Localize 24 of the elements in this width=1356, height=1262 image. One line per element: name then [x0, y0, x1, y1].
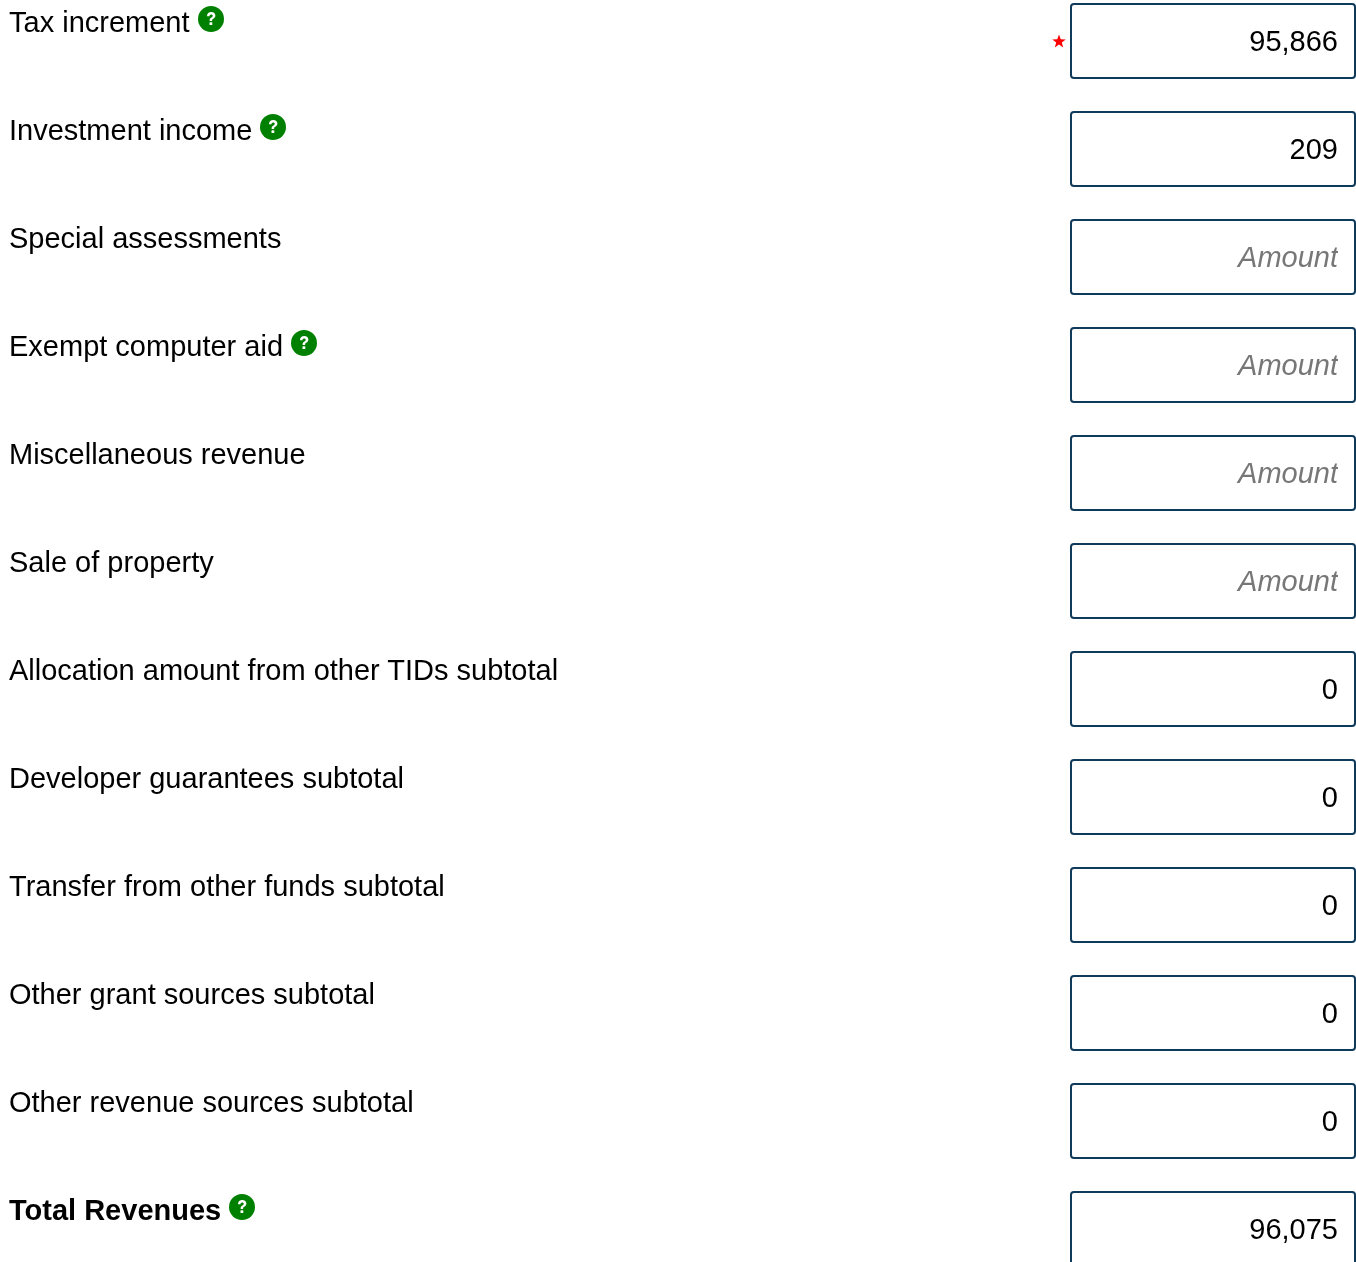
field-label: Miscellaneous revenue: [9, 437, 306, 472]
amount-field[interactable]: 0: [1070, 975, 1356, 1051]
help-icon[interactable]: [197, 6, 224, 32]
field-label: Other revenue sources subtotal: [9, 1085, 414, 1120]
help-icon[interactable]: [229, 1194, 256, 1220]
field-label: Total Revenues: [9, 1193, 222, 1228]
help-icon[interactable]: [260, 114, 287, 140]
amount-field[interactable]: 95,866: [1070, 3, 1356, 79]
field-label: Allocation amount from other TIDs subtotal: [9, 653, 559, 688]
amount-field[interactable]: 0: [1070, 867, 1356, 943]
amount-field[interactable]: 209: [1070, 111, 1356, 187]
amount-field[interactable]: 0: [1070, 759, 1356, 835]
help-icon[interactable]: [291, 330, 317, 356]
field-label: Transfer from other funds subtotal: [9, 869, 445, 904]
field-label: Sale of property: [9, 545, 214, 580]
field-label: Investment income: [9, 113, 253, 148]
field-label: Special assessments: [9, 221, 282, 256]
field-label: Other grant sources subtotal: [9, 977, 375, 1012]
amount-field[interactable]: 0: [1070, 1083, 1356, 1159]
amount-field[interactable]: 0: [1070, 651, 1356, 727]
field-label: Developer guarantees subtotal: [9, 761, 404, 796]
field-label: Tax increment: [9, 5, 190, 40]
field-label: Exempt computer aid: [9, 329, 283, 364]
amount-field[interactable]: 96,075: [1070, 1191, 1356, 1262]
